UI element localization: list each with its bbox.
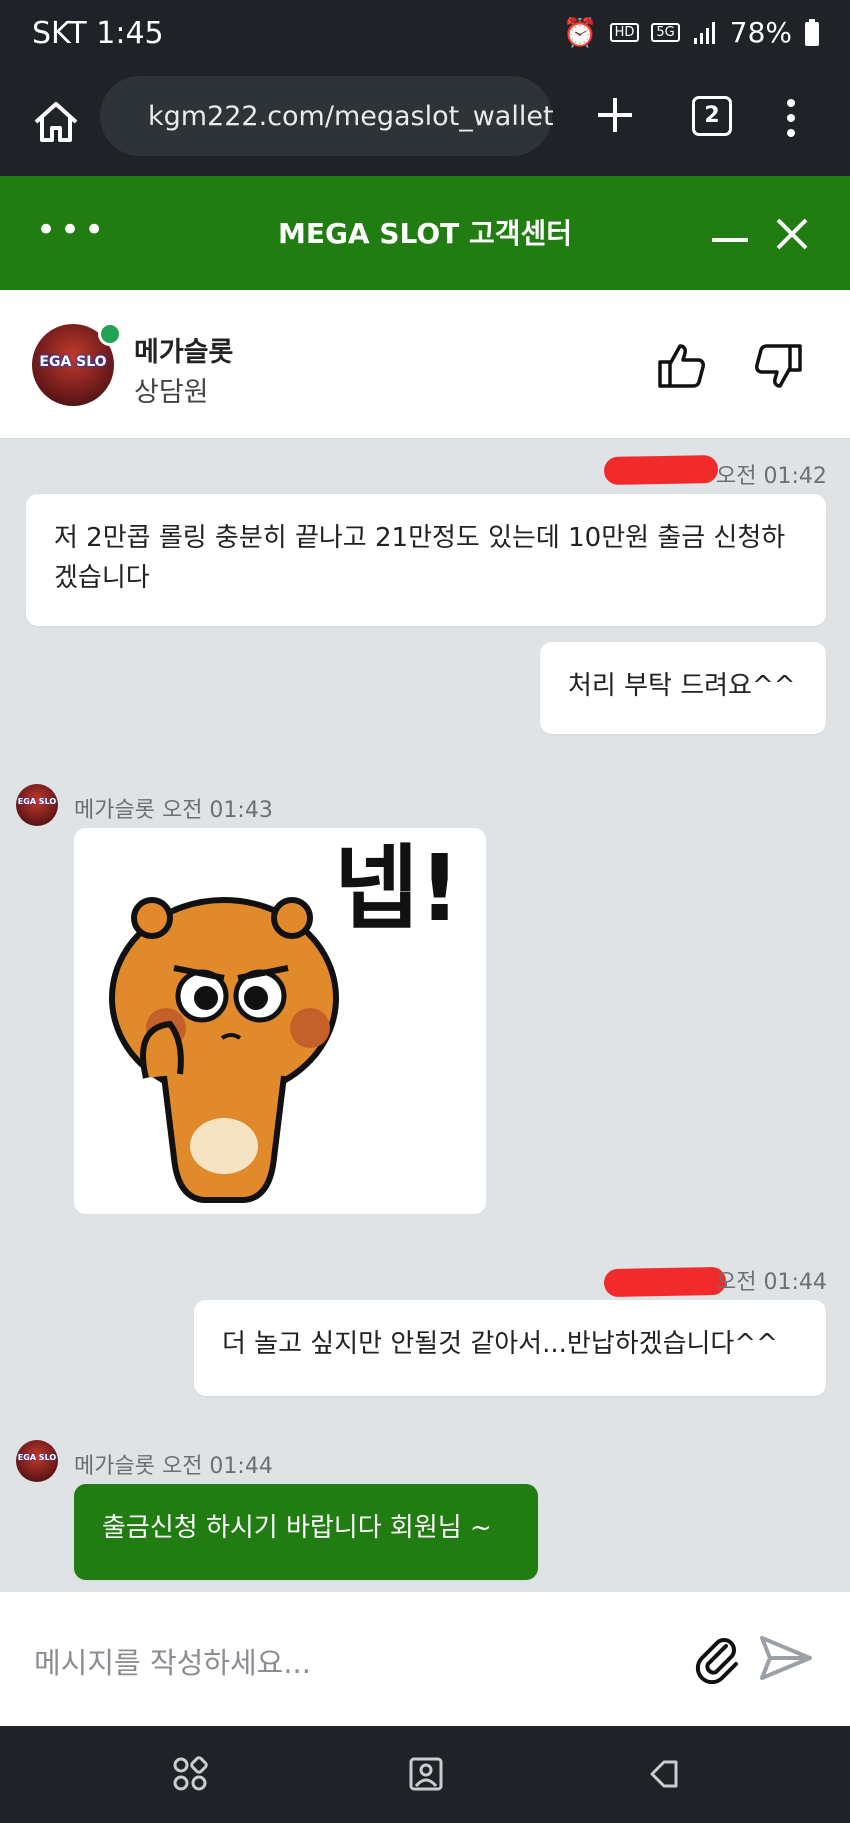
- message-list[interactable]: 오전 01:42 저 2만콥 롤링 충분히 끝나고 21만정도 있는데 10만원…: [0, 438, 850, 1592]
- network-5g-icon: 5G: [651, 23, 680, 42]
- user-message-bubble: 처리 부탁 드려요^^: [540, 642, 826, 734]
- agent-message-meta: 메가슬롯 오전 01:44: [74, 1454, 273, 1479]
- more-menu-icon[interactable]: [786, 98, 796, 138]
- agent-role: 상담원: [134, 377, 209, 408]
- avatar-logo-text: EGA SLO: [17, 797, 57, 806]
- signal-icon: [693, 21, 715, 44]
- chat-header: ••• MEGA SLOT 고객센터: [0, 176, 850, 290]
- user-message-bubble: 저 2만콥 롤링 충분히 끝나고 21만정도 있는데 10만원 출금 신청하겠습…: [26, 494, 826, 626]
- home-icon[interactable]: [30, 96, 82, 148]
- tab-switcher-button[interactable]: 2: [692, 96, 732, 136]
- sticker-image: 넵!: [74, 828, 486, 1214]
- back-nav-icon[interactable]: [646, 1756, 682, 1792]
- online-status-dot: [98, 322, 122, 346]
- address-bar[interactable]: kgm222.com/megaslot_wallet: [100, 76, 554, 156]
- message-time: 오전 01:42: [716, 464, 827, 489]
- status-icons: ⏰ HD 5G 78%: [563, 16, 820, 49]
- redacted-username: [603, 455, 719, 485]
- agent-avatar-small: EGA SLO: [16, 1440, 58, 1482]
- sticker-text: 넵!: [334, 835, 461, 942]
- minimize-button[interactable]: [712, 238, 748, 242]
- agent-info-bar: EGA SLO 메가슬롯 상담원: [0, 290, 850, 439]
- user-message-bubble: 더 놀고 싶지만 안될것 같아서...반납하겠습니다^^: [194, 1300, 826, 1396]
- agent-message-meta: 메가슬롯 오전 01:43: [74, 798, 273, 823]
- message-input[interactable]: 메시지를 작성하세요...: [34, 1640, 311, 1682]
- close-icon[interactable]: [772, 214, 812, 254]
- hd-voice-icon: HD: [609, 23, 640, 42]
- paperclip-icon[interactable]: [692, 1632, 744, 1684]
- home-nav-icon[interactable]: [408, 1756, 444, 1792]
- bear-sticker-icon: 넵!: [109, 835, 461, 1203]
- agent-avatar-small: EGA SLO: [16, 784, 58, 826]
- avatar-logo-text: EGA SLO: [39, 354, 107, 370]
- agent-message-bubble: 출금신청 하시기 바랍니다 회원님 ~: [74, 1484, 538, 1580]
- status-time: SKT 1:45: [32, 16, 164, 51]
- thumbs-down-icon[interactable]: [752, 340, 804, 392]
- status-bar: SKT 1:45 ⏰ HD 5G 78%: [0, 0, 850, 72]
- redacted-username: [603, 1266, 727, 1298]
- recent-apps-icon[interactable]: [172, 1756, 208, 1792]
- message-composer: 메시지를 작성하세요...: [0, 1592, 850, 1726]
- system-nav-bar: [0, 1726, 850, 1823]
- url-text: kgm222.com/megaslot_wallet: [148, 100, 554, 132]
- chat-title: MEGA SLOT 고객센터: [277, 217, 573, 250]
- send-icon[interactable]: [758, 1630, 814, 1686]
- new-tab-icon[interactable]: [594, 94, 636, 136]
- battery-percent: 78%: [729, 16, 792, 49]
- alarm-icon: ⏰: [562, 16, 598, 49]
- thumbs-up-icon[interactable]: [656, 340, 708, 392]
- message-time: 오전 01:44: [716, 1270, 827, 1295]
- avatar-logo-text: EGA SLO: [17, 1453, 57, 1462]
- browser-toolbar: kgm222.com/megaslot_wallet 2: [0, 72, 850, 176]
- agent-name: 메가슬롯: [134, 337, 234, 368]
- battery-icon: [805, 18, 819, 46]
